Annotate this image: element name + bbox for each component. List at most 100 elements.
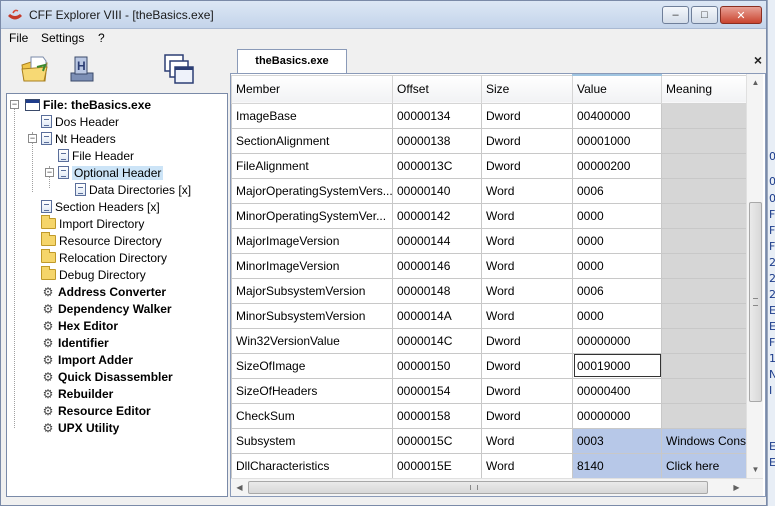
- tree-item-optional-header[interactable]: Optional Header: [58, 164, 164, 181]
- tree-item-rebuilder[interactable]: ⚙ Rebuilder: [41, 385, 114, 402]
- cell-value[interactable]: 00000000: [572, 402, 662, 429]
- cell-value[interactable]: 00000000: [572, 327, 662, 354]
- maximize-button[interactable]: □: [691, 6, 718, 24]
- table-row[interactable]: SizeOfHeaders 00000154 Dword 00000400: [231, 377, 747, 404]
- tree-item-nt-headers[interactable]: Nt Headers: [41, 130, 116, 147]
- table-row[interactable]: MajorOperatingSystemVers... 00000140 Word 0…: [231, 177, 747, 204]
- tree-item-identifier[interactable]: ⚙ Identifier: [41, 334, 109, 351]
- tree-item-resource-editor[interactable]: ⚙ Resource Editor: [41, 402, 151, 419]
- cell-value[interactable]: 8140: [572, 452, 662, 479]
- table-row[interactable]: ImageBase 00000134 Dword 00400000: [231, 102, 747, 129]
- table-row[interactable]: CheckSum 00000158 Dword 00000000: [231, 402, 747, 429]
- windows-icon[interactable]: [163, 53, 195, 85]
- table-row[interactable]: MinorSubsystemVersion 0000014A Word 0000: [231, 302, 747, 329]
- cell-value[interactable]: 0003: [572, 427, 662, 454]
- tree-item-resource-directory[interactable]: Resource Directory: [41, 232, 162, 249]
- vertical-scrollbar[interactable]: ▲ ▼: [746, 74, 763, 478]
- cell-meaning: [661, 177, 747, 204]
- cff-explorer-window: CFF Explorer VIII - [theBasics.exe] – □ …: [0, 0, 767, 506]
- scroll-right-icon[interactable]: ▶: [728, 479, 745, 496]
- tree-item-upx-utility[interactable]: ⚙ UPX Utility: [41, 419, 120, 436]
- tree-item-relocation-directory[interactable]: Relocation Directory: [41, 249, 167, 266]
- collapse-toggle[interactable]: −: [10, 100, 19, 109]
- tree-item-import-adder[interactable]: ⚙ Import Adder: [41, 351, 133, 368]
- column-size[interactable]: Size: [481, 74, 573, 104]
- cell-value[interactable]: 0006: [572, 277, 662, 304]
- cell-meaning: [661, 402, 747, 429]
- cell-value[interactable]: 00019000: [572, 352, 662, 379]
- title-bar[interactable]: CFF Explorer VIII - [theBasics.exe] – □ …: [1, 1, 766, 29]
- menu-settings[interactable]: Settings: [41, 31, 84, 45]
- table-row[interactable]: MinorOperatingSystemVer... 00000142 Word 00…: [231, 202, 747, 229]
- gear-icon: ⚙: [42, 301, 54, 316]
- cell-size: Dword: [481, 327, 573, 354]
- table-row[interactable]: SizeOfImage 00000150 Dword 00019000: [231, 352, 747, 379]
- cell-offset: 0000014A: [392, 302, 482, 329]
- tree-item-dependency-walker[interactable]: ⚙ Dependency Walker: [41, 300, 172, 317]
- edge-char: I: [769, 384, 773, 397]
- cell-size: Dword: [481, 352, 573, 379]
- table-row[interactable]: DllCharacteristics 0000015E Word 8140 Click …: [231, 452, 747, 479]
- table-row[interactable]: SectionAlignment 00000138 Dword 00001000: [231, 127, 747, 154]
- tree-item-quick-disassembler[interactable]: ⚙ Quick Disassembler: [41, 368, 173, 385]
- column-member[interactable]: Member: [231, 74, 393, 104]
- horizontal-scrollbar[interactable]: ◀ ▶: [231, 478, 763, 496]
- menu-file[interactable]: File: [9, 31, 28, 45]
- column-value[interactable]: Value: [572, 74, 662, 104]
- window-title: CFF Explorer VIII - [theBasics.exe]: [29, 8, 214, 22]
- cell-value[interactable]: 00000400: [572, 377, 662, 404]
- cell-value[interactable]: 00000200: [572, 152, 662, 179]
- tree-item-import-directory[interactable]: Import Directory: [41, 215, 144, 232]
- tree-item-address-converter[interactable]: ⚙ Address Converter: [41, 283, 166, 300]
- tree-view[interactable]: − File: theBasics.exe Dos Header − Nt He…: [6, 93, 228, 497]
- cell-member: CheckSum: [231, 402, 393, 429]
- scroll-left-icon[interactable]: ◀: [231, 479, 248, 496]
- edge-char: 0: [769, 175, 775, 188]
- table-row[interactable]: MinorImageVersion 00000146 Word 0000: [231, 252, 747, 279]
- scroll-thumb[interactable]: [248, 481, 708, 494]
- save-icon[interactable]: H: [65, 53, 97, 85]
- menu-help[interactable]: ?: [98, 31, 105, 45]
- close-tab-icon[interactable]: ×: [754, 52, 762, 68]
- table-row[interactable]: FileAlignment 0000013C Dword 00000200: [231, 152, 747, 179]
- column-offset[interactable]: Offset: [392, 74, 482, 104]
- column-meaning[interactable]: Meaning: [661, 74, 747, 104]
- edge-char: 2: [769, 288, 775, 301]
- cell-value[interactable]: 0006: [572, 177, 662, 204]
- cell-value[interactable]: 00400000: [572, 102, 662, 129]
- header-icon: [58, 166, 69, 179]
- tree-item-section-headers[interactable]: Section Headers [x]: [41, 198, 160, 215]
- close-button[interactable]: ✕: [720, 6, 762, 24]
- cell-value[interactable]: 0000: [572, 302, 662, 329]
- table-row[interactable]: Win32VersionValue 0000014C Dword 00000000: [231, 327, 747, 354]
- cell-value[interactable]: 00001000: [572, 127, 662, 154]
- open-file-icon[interactable]: [19, 53, 51, 85]
- tree-item-file-header[interactable]: File Header: [58, 147, 134, 164]
- tree-item-data-directories[interactable]: Data Directories [x]: [75, 181, 191, 198]
- collapse-toggle[interactable]: −: [28, 134, 37, 143]
- cell-value[interactable]: 0000: [572, 252, 662, 279]
- tree-item-hex-editor[interactable]: ⚙ Hex Editor: [41, 317, 118, 334]
- table-row[interactable]: MajorSubsystemVersion 00000148 Word 0006: [231, 277, 747, 304]
- tab-thebasics-exe[interactable]: theBasics.exe: [237, 49, 347, 73]
- cell-size: Word: [481, 302, 573, 329]
- scroll-down-icon[interactable]: ▼: [747, 461, 764, 478]
- tree-item-root[interactable]: File: theBasics.exe: [25, 96, 151, 113]
- table-row[interactable]: Subsystem 0000015C Word 0003 Windows Cons: [231, 427, 747, 454]
- folder-icon: [41, 266, 56, 280]
- table-row[interactable]: MajorImageVersion 00000144 Word 0000: [231, 227, 747, 254]
- cell-value[interactable]: 0000: [572, 202, 662, 229]
- cell-size: Word: [481, 202, 573, 229]
- tree-item-dos-header[interactable]: Dos Header: [41, 113, 119, 130]
- cell-meaning: [661, 377, 747, 404]
- header-grid[interactable]: Member Offset Size Value Meaning ImageBa…: [230, 73, 766, 497]
- edge-char: F: [769, 336, 775, 349]
- tree-item-debug-directory[interactable]: Debug Directory: [41, 266, 146, 283]
- minimize-button[interactable]: –: [662, 6, 689, 24]
- scroll-up-icon[interactable]: ▲: [747, 74, 764, 91]
- cell-offset: 00000138: [392, 127, 482, 154]
- cell-offset: 00000142: [392, 202, 482, 229]
- scroll-thumb[interactable]: [749, 202, 762, 402]
- collapse-toggle[interactable]: −: [45, 168, 54, 177]
- cell-value[interactable]: 0000: [572, 227, 662, 254]
